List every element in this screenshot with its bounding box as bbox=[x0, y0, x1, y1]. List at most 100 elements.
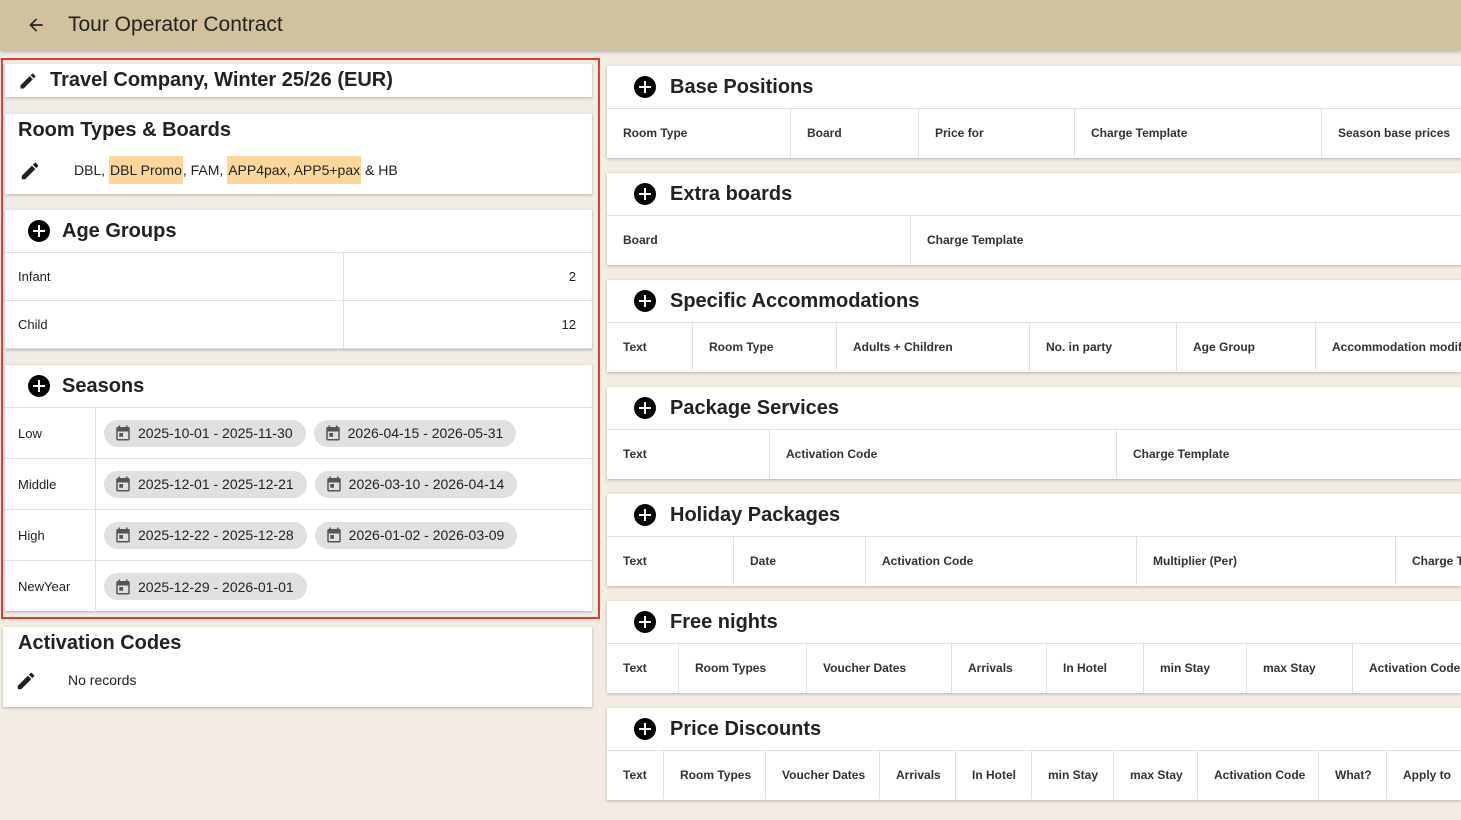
season-date-chip[interactable]: 2025-12-22 - 2025-12-28 bbox=[104, 521, 307, 549]
column-header[interactable]: Room Types bbox=[664, 751, 766, 799]
add-package-service-plus-icon[interactable] bbox=[634, 397, 656, 419]
column-header[interactable]: No. in party bbox=[1030, 323, 1177, 371]
column-header[interactable]: Voucher Dates bbox=[766, 751, 880, 799]
add-holiday-package-plus-icon[interactable] bbox=[634, 504, 656, 526]
column-header[interactable]: Season base prices bbox=[1322, 109, 1461, 157]
add-age-group-plus-icon[interactable] bbox=[28, 220, 50, 242]
card-header: Free nights bbox=[607, 601, 1461, 644]
edit-pencil-icon[interactable] bbox=[18, 71, 38, 91]
season-date-range: 2026-04-15 - 2026-05-31 bbox=[347, 425, 504, 441]
add-season-plus-icon[interactable] bbox=[28, 375, 50, 397]
column-header[interactable]: Activation Code bbox=[1198, 751, 1319, 799]
age-group-name: Infant bbox=[5, 253, 344, 300]
room-types-boards-card: Room Types & Boards DBL, DBL Promo, FAM,… bbox=[5, 114, 592, 194]
column-header[interactable]: Activation Code bbox=[1353, 644, 1461, 692]
activation-codes-card: Activation Codes No records bbox=[3, 627, 592, 707]
add-free-night-plus-icon[interactable] bbox=[634, 611, 656, 633]
card-header: Base Positions bbox=[607, 66, 1461, 109]
column-header[interactable]: Charge Template bbox=[1075, 109, 1322, 157]
column-header[interactable]: In Hotel bbox=[1047, 644, 1144, 692]
room-types-boards-heading: Room Types & Boards bbox=[18, 119, 231, 141]
age-group-name: Child bbox=[5, 301, 344, 348]
card-heading: Extra boards bbox=[670, 182, 793, 205]
season-date-range: 2025-12-01 - 2025-12-21 bbox=[138, 476, 294, 492]
column-headers: Room Type Board Price for Charge Templat… bbox=[607, 109, 1461, 157]
column-header[interactable]: Text bbox=[607, 644, 679, 692]
column-header[interactable]: max Stay bbox=[1247, 644, 1353, 692]
column-header[interactable]: Charge T bbox=[1396, 537, 1461, 585]
activation-codes-heading: Activation Codes bbox=[18, 632, 182, 654]
column-header[interactable]: Adults + Children bbox=[837, 323, 1030, 371]
column-header[interactable]: What? bbox=[1319, 751, 1387, 799]
season-date-chip[interactable]: 2026-04-15 - 2026-05-31 bbox=[313, 419, 517, 447]
card-heading: Specific Accommodations bbox=[670, 289, 920, 312]
season-date-chip[interactable]: 2026-01-02 - 2026-03-09 bbox=[314, 521, 518, 549]
column-header[interactable]: Board bbox=[607, 216, 911, 264]
back-arrow-icon[interactable] bbox=[22, 11, 50, 39]
season-date-range: 2025-10-01 - 2025-11-30 bbox=[138, 425, 293, 441]
column-header[interactable]: Text bbox=[607, 537, 734, 585]
calendar-icon bbox=[116, 425, 130, 441]
room-type-text: DBL, bbox=[74, 162, 110, 178]
add-base-position-plus-icon[interactable] bbox=[634, 76, 656, 98]
edit-activation-codes-pencil-icon[interactable] bbox=[15, 670, 37, 692]
calendar-icon bbox=[325, 425, 340, 441]
season-row-newyear[interactable]: NewYear 2025-12-29 - 2026-01-01 bbox=[5, 561, 592, 612]
add-price-discount-plus-icon[interactable] bbox=[634, 718, 656, 740]
season-row-middle[interactable]: Middle 2025-12-01 - 2025-12-21 2026-03-1… bbox=[5, 459, 592, 510]
season-row-high[interactable]: High 2025-12-22 - 2025-12-28 2026-01-02 … bbox=[5, 510, 592, 561]
column-header[interactable]: Activation Code bbox=[770, 430, 1117, 478]
season-date-range: 2026-03-10 - 2026-04-14 bbox=[348, 476, 505, 492]
column-header[interactable]: max Stay bbox=[1114, 751, 1198, 799]
seasons-card: Seasons Low 2025-10-01 - 2025-11-30 2026… bbox=[5, 365, 592, 612]
edit-room-types-pencil-icon[interactable] bbox=[19, 160, 41, 182]
column-header[interactable]: Text bbox=[607, 323, 693, 371]
season-date-chip[interactable]: 2025-10-01 - 2025-11-30 bbox=[104, 419, 306, 447]
column-headers: Text Activation Code Charge Template bbox=[607, 430, 1461, 478]
contract-title-card[interactable]: Travel Company, Winter 25/26 (EUR) bbox=[5, 64, 592, 97]
column-header[interactable]: Date bbox=[734, 537, 866, 585]
column-header[interactable]: Apply to bbox=[1387, 751, 1461, 799]
column-header[interactable]: Text bbox=[607, 430, 770, 478]
season-name: High bbox=[5, 510, 96, 560]
column-header[interactable]: Arrivals bbox=[880, 751, 956, 799]
column-header[interactable]: Charge Template bbox=[1117, 430, 1461, 478]
card-heading: Free nights bbox=[670, 610, 778, 633]
age-group-row[interactable]: Child 12 bbox=[5, 301, 592, 349]
card-heading: Price Discounts bbox=[670, 717, 822, 740]
column-header[interactable]: Board bbox=[791, 109, 919, 157]
card-header: Specific Accommodations bbox=[607, 280, 1461, 323]
seasons-heading: Seasons bbox=[62, 374, 145, 397]
season-date-chip[interactable]: 2026-03-10 - 2026-04-14 bbox=[314, 470, 518, 498]
card-header: Package Services bbox=[607, 387, 1461, 430]
season-row-low[interactable]: Low 2025-10-01 - 2025-11-30 2026-04-15 -… bbox=[5, 408, 592, 459]
column-header[interactable]: Price for bbox=[919, 109, 1075, 157]
specific-accommodations-card: Specific Accommodations Text Room Type A… bbox=[607, 280, 1461, 372]
column-header[interactable]: Room Type bbox=[693, 323, 837, 371]
column-header[interactable]: Age Group bbox=[1177, 323, 1316, 371]
column-header[interactable]: Multiplier (Per) bbox=[1137, 537, 1396, 585]
age-group-row[interactable]: Infant 2 bbox=[5, 253, 592, 301]
column-header[interactable]: Accommodation modifi bbox=[1316, 323, 1461, 371]
column-header[interactable]: Room Types bbox=[679, 644, 807, 692]
column-header[interactable]: Room Type bbox=[607, 109, 791, 157]
column-header[interactable]: In Hotel bbox=[956, 751, 1032, 799]
column-header[interactable]: Activation Code bbox=[866, 537, 1137, 585]
add-specific-accommodation-plus-icon[interactable] bbox=[634, 290, 656, 312]
column-header[interactable]: Charge Template bbox=[911, 216, 1461, 264]
column-header[interactable]: Arrivals bbox=[952, 644, 1047, 692]
add-extra-board-plus-icon[interactable] bbox=[634, 183, 656, 205]
calendar-icon bbox=[116, 579, 130, 594]
season-name: Low bbox=[5, 408, 96, 458]
column-header[interactable]: Voucher Dates bbox=[807, 644, 952, 692]
card-heading: Base Positions bbox=[670, 75, 814, 98]
column-header[interactable]: Text bbox=[607, 751, 664, 799]
card-header: Holiday Packages bbox=[607, 494, 1461, 537]
column-header[interactable]: min Stay bbox=[1144, 644, 1247, 692]
column-header[interactable]: min Stay bbox=[1032, 751, 1114, 799]
season-date-chip[interactable]: 2025-12-29 - 2026-01-01 bbox=[104, 573, 307, 600]
season-date-chip[interactable]: 2025-12-01 - 2025-12-21 bbox=[104, 470, 307, 498]
column-headers: Text Date Activation Code Multiplier (Pe… bbox=[607, 537, 1461, 585]
season-name: Middle bbox=[5, 459, 96, 509]
card-header: Price Discounts bbox=[607, 708, 1461, 751]
